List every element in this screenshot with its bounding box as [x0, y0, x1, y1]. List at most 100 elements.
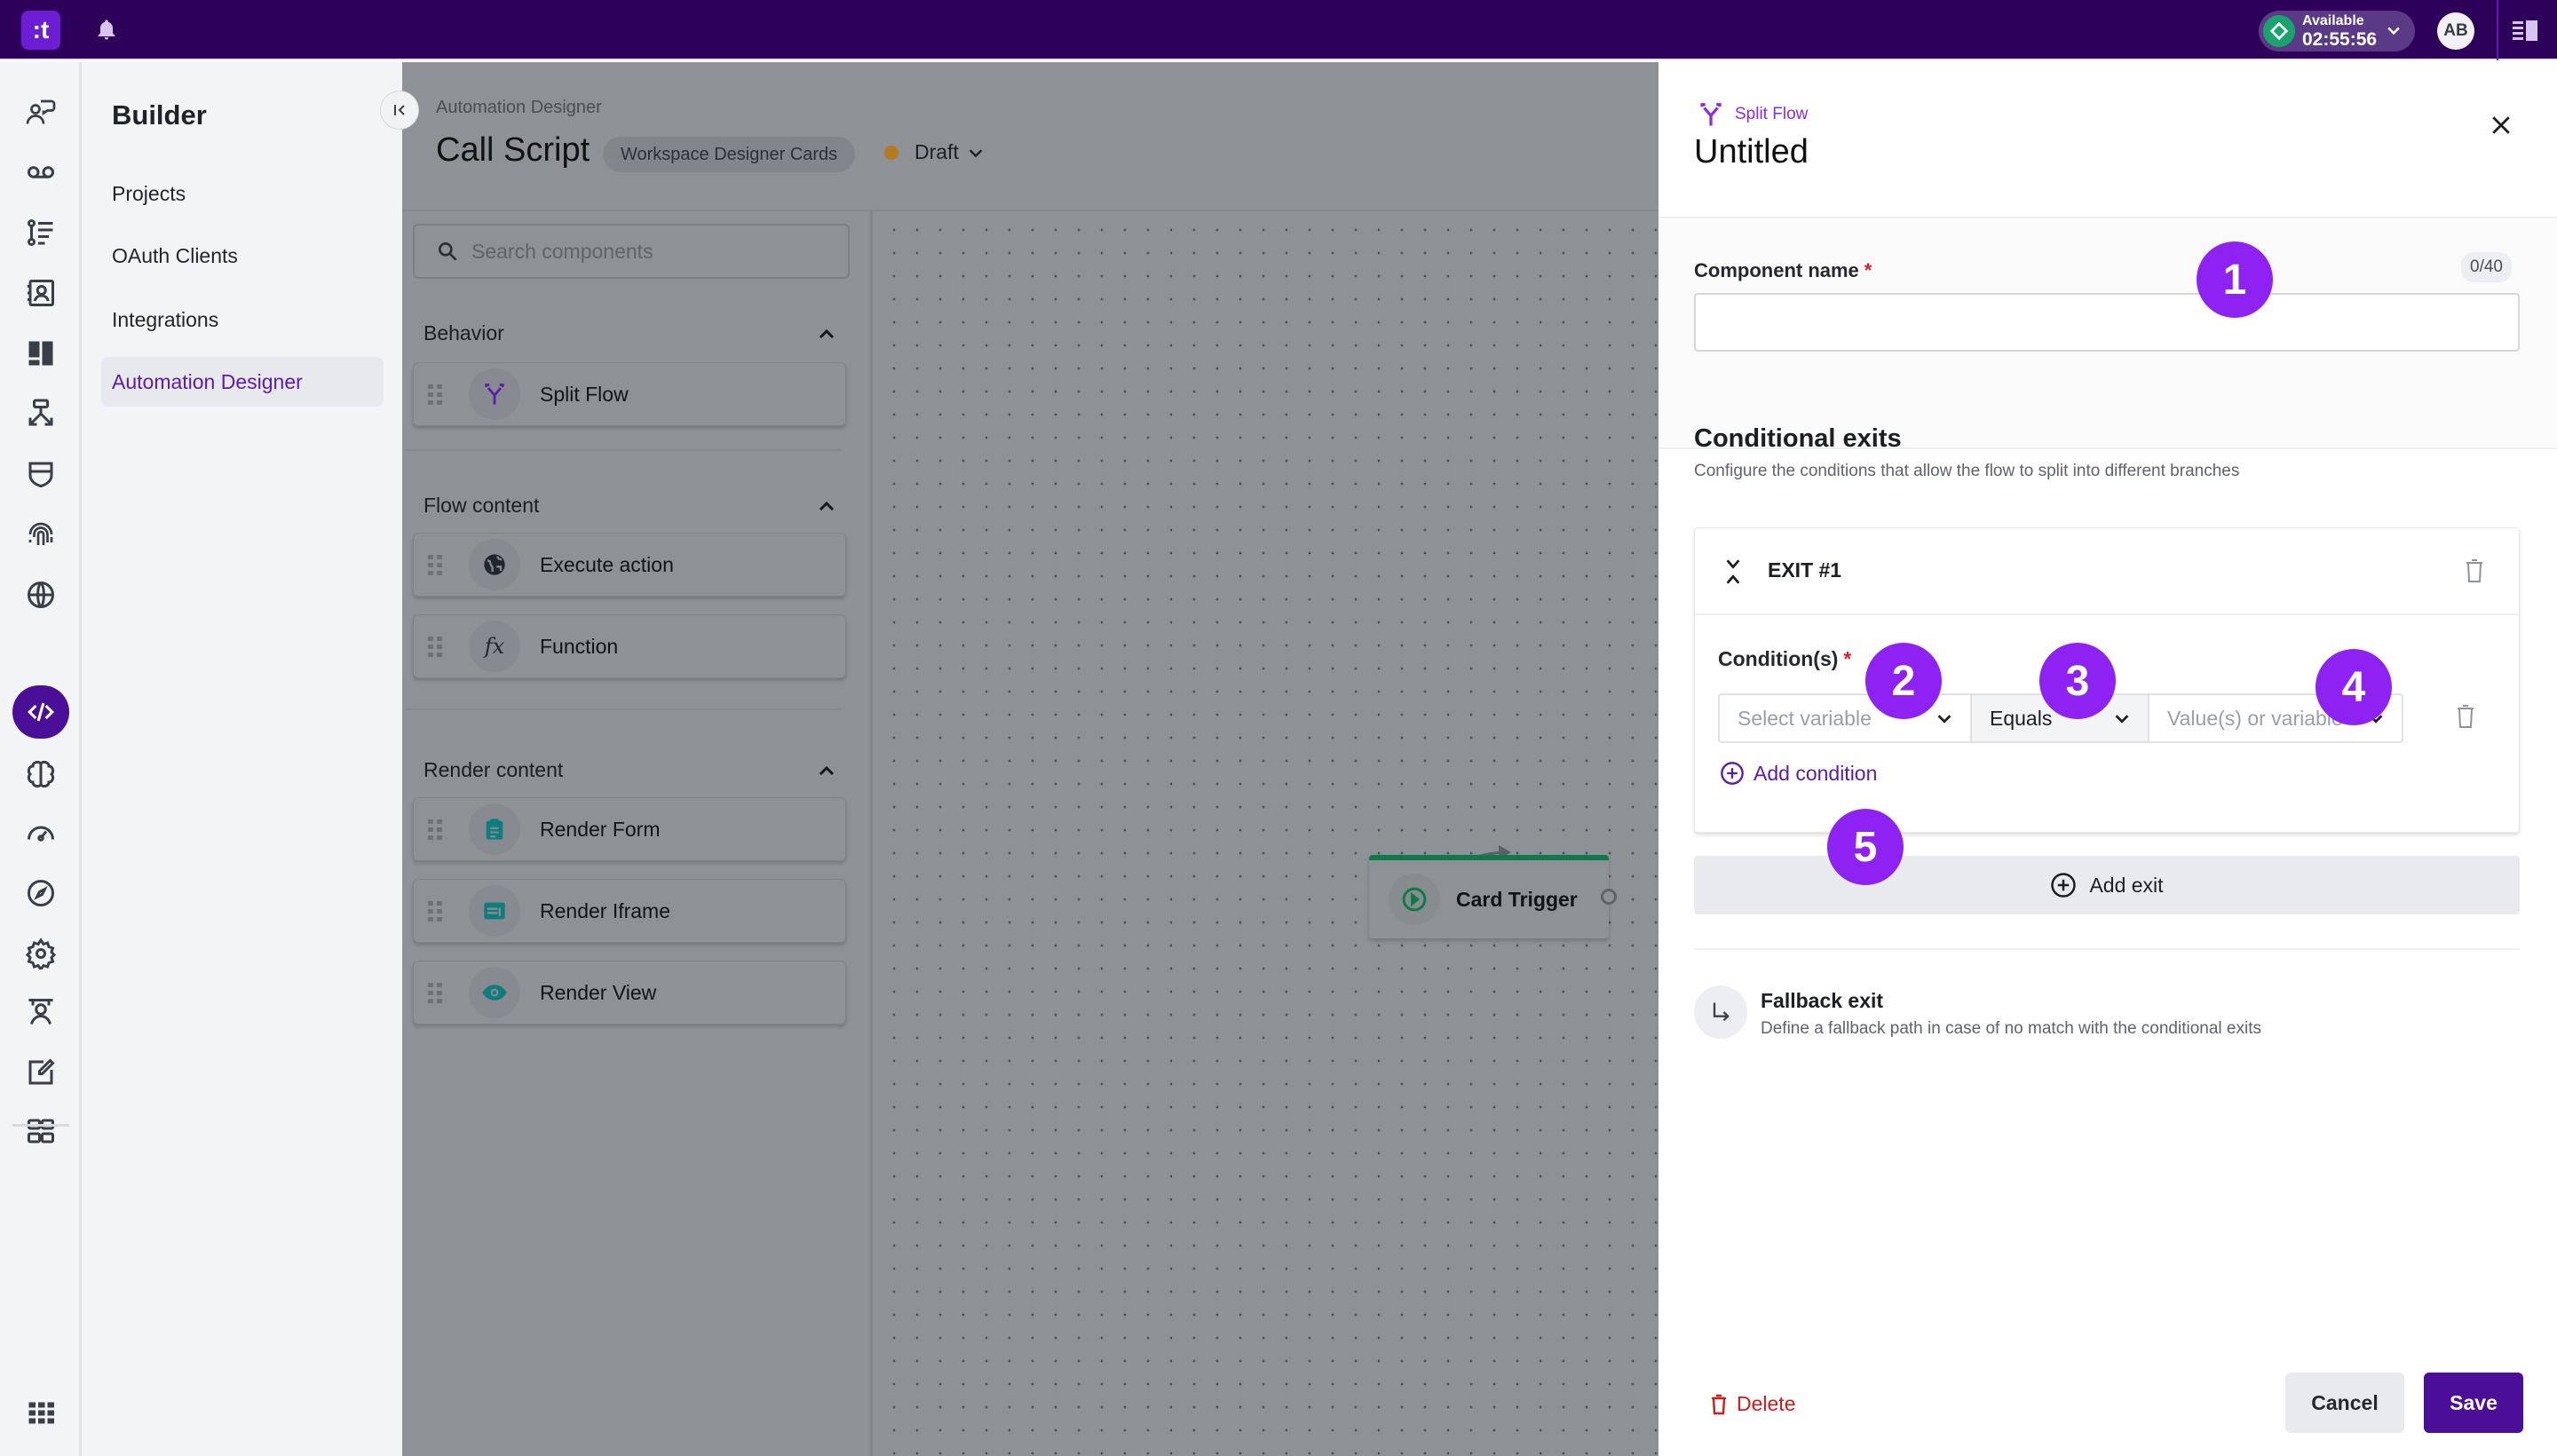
designer-main: Automation Designer Call Script Workspac…: [402, 62, 2036, 1456]
plus-circle-icon: [2051, 873, 2077, 898]
top-bar: :t Available 02:55:56 AB: [0, 0, 2557, 60]
conversation-icon[interactable]: [23, 94, 59, 130]
conditional-exits-subtitle: Configure the conditions that allow the …: [1694, 462, 2240, 480]
gauge-icon[interactable]: [23, 815, 59, 851]
dashboard-icon[interactable]: [23, 336, 59, 371]
drag-handle-icon[interactable]: [428, 555, 442, 575]
component-execute-action[interactable]: Execute action: [413, 533, 846, 597]
component-split-flow[interactable]: Split Flow: [413, 362, 846, 426]
list-icon[interactable]: [23, 215, 59, 250]
topbar-divider: [2497, 0, 2498, 60]
iframe-icon: [469, 885, 520, 937]
card-trigger-node[interactable]: Card Trigger: [1369, 855, 1609, 938]
section-divider: [406, 708, 841, 710]
draft-status-dot: [884, 145, 899, 160]
chevron-down-icon: [969, 148, 983, 157]
search-placeholder: Search components: [471, 239, 653, 263]
voicemail-icon[interactable]: [23, 154, 59, 190]
edit-icon[interactable]: [23, 1055, 59, 1090]
section-flow-content[interactable]: Flow content: [424, 494, 539, 518]
plus-circle-icon: [1721, 762, 1744, 785]
search-components-input[interactable]: Search components: [413, 224, 850, 279]
side-panel-toggle-icon[interactable]: [2511, 18, 2539, 44]
component-label: Execute action: [540, 552, 674, 576]
component-render-iframe[interactable]: Render Iframe: [413, 879, 846, 943]
flow-canvas[interactable]: [875, 211, 1658, 1456]
fallback-arrow-icon: [1694, 985, 1747, 1039]
drag-handle-icon[interactable]: [428, 384, 442, 405]
workspace-chip: Workspace Designer Cards: [603, 137, 856, 172]
app-launcher-icon[interactable]: [23, 1394, 59, 1429]
sidebar-item-oauth-clients[interactable]: OAuth Clients: [101, 231, 384, 281]
section-divider: [1694, 948, 2520, 950]
fallback-exit-title: Fallback exit: [1761, 989, 1884, 1012]
component-label: Split Flow: [540, 382, 629, 406]
annotation-marker-5: 5: [1827, 809, 1904, 885]
annotation-marker-1: 1: [2197, 241, 2273, 318]
add-exit-button[interactable]: Add exit: [1694, 856, 2520, 914]
chevron-up-icon[interactable]: [816, 323, 837, 344]
component-name-label: Component name *: [1694, 259, 1872, 281]
bell-icon[interactable]: [94, 18, 119, 43]
component-render-view[interactable]: Render View: [413, 961, 846, 1025]
add-condition-button[interactable]: Add condition: [1720, 761, 1877, 786]
annotation-marker-2: 2: [1865, 643, 1942, 719]
app-logo[interactable]: :t: [21, 11, 60, 50]
code-icon-active[interactable]: [12, 685, 69, 739]
annotation-marker-3: 3: [2039, 643, 2116, 719]
available-status-icon: [2263, 15, 2295, 47]
brain-icon[interactable]: [23, 756, 59, 792]
apps-grid-icon[interactable]: [23, 1113, 59, 1149]
delete-button[interactable]: Delete: [1710, 1392, 1795, 1416]
globe-icon[interactable]: [23, 577, 59, 613]
section-render-content[interactable]: Render content: [424, 758, 563, 782]
close-icon[interactable]: [2488, 112, 2514, 138]
collapse-toggle-icon[interactable]: [1722, 557, 1745, 587]
chevron-up-icon[interactable]: [816, 495, 837, 517]
component-render-form[interactable]: Render Form: [413, 797, 846, 861]
fallback-exit-subtitle: Define a fallback path in case of no mat…: [1761, 1019, 2261, 1038]
save-button[interactable]: Save: [2424, 1373, 2523, 1433]
gear-icon[interactable]: [23, 936, 59, 971]
panel-type-label: Split Flow: [1735, 105, 1809, 123]
trigger-output-port[interactable]: [1601, 889, 1617, 905]
icon-rail: [0, 62, 82, 1456]
contacts-icon[interactable]: [23, 275, 59, 311]
drag-handle-icon[interactable]: [428, 983, 442, 1003]
sidebar-item-automation-designer[interactable]: Automation Designer: [101, 357, 384, 407]
conditional-exits-title: Conditional exits: [1694, 424, 1902, 453]
fingerprint-icon[interactable]: [23, 517, 59, 552]
shield-icon[interactable]: [23, 456, 59, 492]
drag-handle-icon[interactable]: [428, 901, 442, 922]
card-trigger-label: Card Trigger: [1456, 887, 1578, 911]
trash-icon[interactable]: [2464, 557, 2485, 585]
agent-icon[interactable]: [23, 994, 59, 1030]
agent-status-selector[interactable]: Available 02:55:56: [2259, 11, 2415, 51]
play-circle-icon: [1389, 874, 1440, 925]
component-function[interactable]: fx Function: [413, 614, 846, 678]
chevron-up-icon[interactable]: [816, 760, 837, 781]
exit-header[interactable]: EXIT #1: [1695, 528, 2519, 615]
routing-icon[interactable]: [23, 396, 59, 431]
sidebar-item-integrations[interactable]: Integrations: [101, 295, 384, 344]
collapse-sidebar-button[interactable]: [380, 91, 419, 130]
breadcrumb[interactable]: Automation Designer: [436, 98, 602, 118]
globe-icon: [469, 539, 520, 590]
chevron-down-icon: [1937, 715, 1951, 724]
drag-handle-icon[interactable]: [428, 819, 442, 840]
drag-handle-icon[interactable]: [428, 637, 442, 657]
cancel-button[interactable]: Cancel: [2285, 1373, 2404, 1433]
annotation-marker-4: 4: [2316, 649, 2392, 725]
component-name-input[interactable]: [1694, 293, 2520, 352]
search-icon: [439, 242, 457, 261]
trash-icon[interactable]: [2455, 702, 2476, 731]
draft-status-dropdown[interactable]: Draft: [884, 140, 986, 164]
section-behavior[interactable]: Behavior: [424, 321, 504, 345]
connection-edge: [1379, 845, 1511, 898]
function-icon: fx: [469, 621, 520, 672]
eye-icon: [469, 967, 520, 1018]
user-avatar[interactable]: AB: [2437, 12, 2474, 50]
compass-icon[interactable]: [23, 875, 59, 911]
sidebar-item-projects[interactable]: Projects: [101, 169, 384, 218]
component-label: Render Form: [540, 817, 661, 841]
